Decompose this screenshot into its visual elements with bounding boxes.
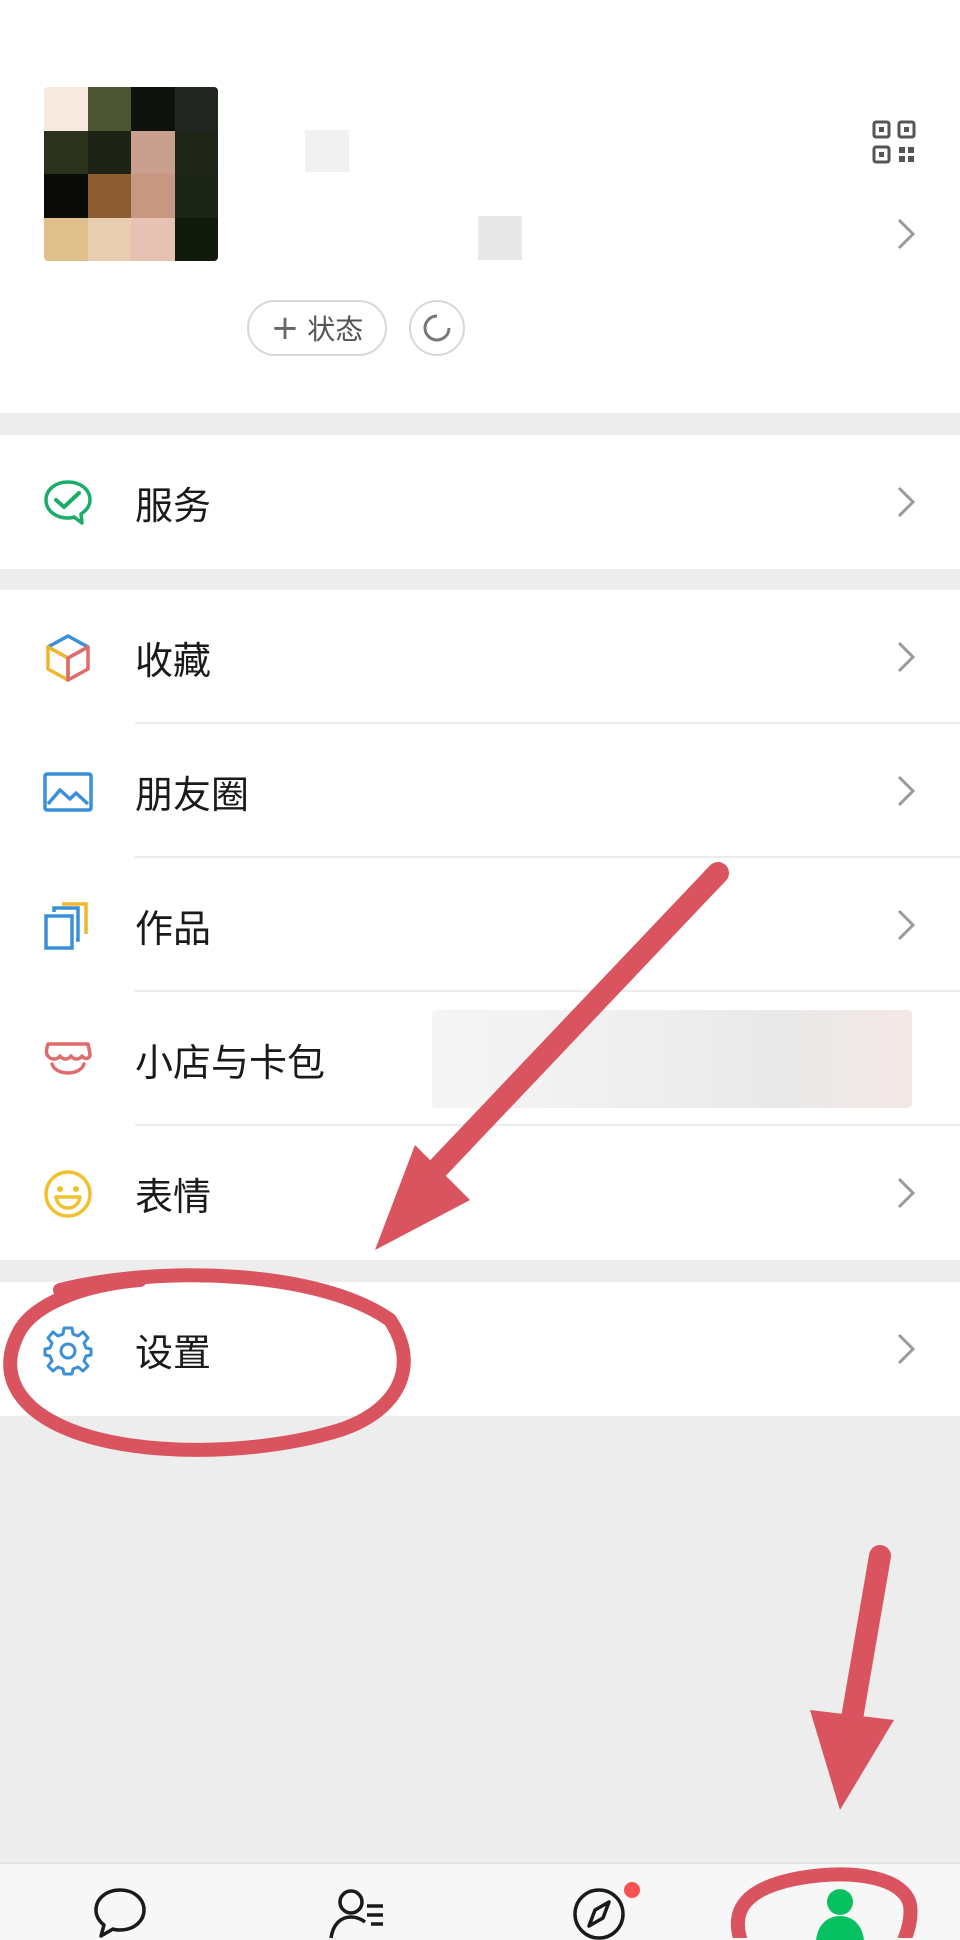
chevron-right-icon — [897, 641, 916, 673]
menu-item-favorites[interactable]: 收藏 — [0, 590, 960, 724]
menu-group-main: 收藏 朋友圈 作品 小店与卡包 表情 — [0, 590, 960, 1260]
menu-item-label: 表情 — [135, 1174, 212, 1219]
moments-image-icon — [43, 772, 93, 812]
chevron-right-icon — [897, 1333, 916, 1365]
service-icon — [44, 480, 92, 525]
chevron-right-icon — [897, 1177, 916, 1209]
menu-item-label: 朋友圈 — [135, 772, 250, 817]
menu-item-moments[interactable]: 朋友圈 — [0, 724, 960, 858]
menu-item-label: 设置 — [135, 1330, 212, 1375]
menu-item-label: 作品 — [135, 906, 212, 951]
menu-item-label: 收藏 — [135, 638, 212, 683]
status-button-label: 状态 — [307, 313, 364, 346]
arrow-to-me-tab-shaft — [839, 1545, 891, 1741]
chevron-right-icon — [897, 775, 916, 807]
plus-icon: + — [270, 308, 300, 348]
menu-item-stickers[interactable]: 表情 — [0, 1126, 960, 1260]
bottom-tab-bar — [0, 1862, 960, 1940]
menu-group-services: 服务 — [0, 435, 960, 569]
chevron-right-icon — [897, 218, 916, 250]
menu-item-settings[interactable]: 设置 — [0, 1282, 960, 1416]
menu-group-settings: 设置 — [0, 1282, 960, 1416]
refresh-icon — [423, 314, 451, 342]
qr-code-icon[interactable] — [872, 120, 916, 164]
menu-item-label: 服务 — [135, 483, 212, 528]
profile-header[interactable]: + 状态 — [0, 0, 960, 413]
chevron-right-icon — [897, 909, 916, 941]
favorites-cube-icon — [46, 634, 90, 682]
settings-gear-icon — [43, 1326, 93, 1376]
chat-bubble-icon[interactable] — [90, 1884, 150, 1940]
person-icon[interactable] — [810, 1884, 870, 1940]
card-info-redacted — [432, 1010, 912, 1108]
avatar[interactable] — [44, 87, 218, 261]
sticker-smile-icon — [44, 1170, 92, 1218]
wechat-id-redacted — [478, 216, 522, 260]
menu-item-works[interactable]: 作品 — [0, 858, 960, 992]
menu-item-shop-and-cards[interactable]: 小店与卡包 — [0, 992, 960, 1126]
discover-badge — [624, 1882, 640, 1898]
chevron-right-icon — [897, 486, 916, 518]
menu-item-label: 小店与卡包 — [135, 1040, 326, 1085]
shop-awning-icon — [44, 1042, 92, 1075]
contacts-icon[interactable] — [327, 1884, 387, 1940]
status-refresh-button[interactable] — [409, 300, 465, 356]
menu-item-service[interactable]: 服务 — [0, 435, 960, 569]
add-status-button[interactable]: + 状态 — [247, 300, 387, 356]
compass-icon[interactable] — [569, 1884, 629, 1940]
works-stack-icon — [44, 902, 88, 950]
arrowhead-me-tab — [810, 1710, 894, 1810]
nickname-redacted — [305, 130, 349, 172]
